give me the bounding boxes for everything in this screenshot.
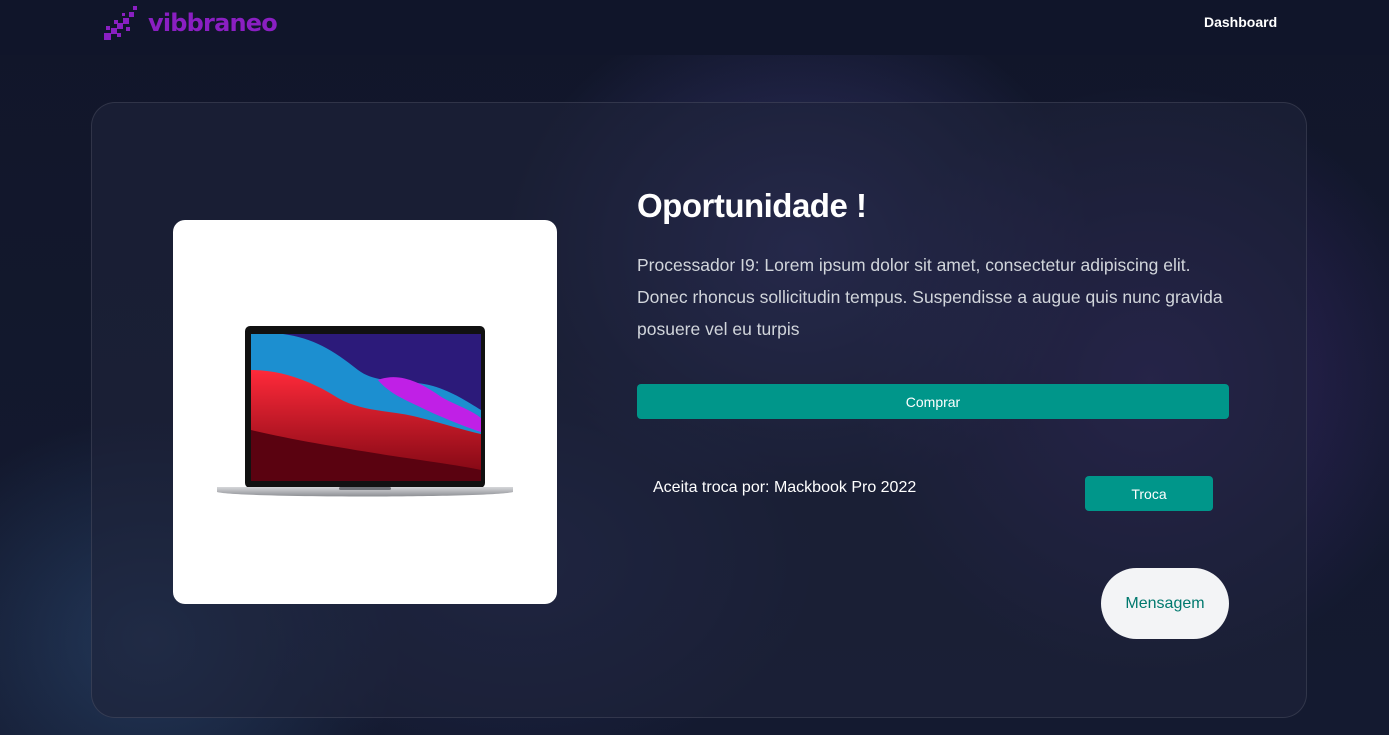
buy-button[interactable]: Comprar: [637, 384, 1229, 419]
pixel-stairs-logo-icon: [104, 6, 137, 40]
nav-dashboard-link[interactable]: Dashboard: [1204, 14, 1277, 30]
product-description: Processador I9: Lorem ipsum dolor sit am…: [637, 255, 1223, 339]
logo[interactable]: vibbraneo: [104, 4, 278, 42]
top-navbar: vibbraneo Dashboard: [0, 0, 1389, 55]
product-image-frame: [173, 220, 557, 604]
trade-button[interactable]: Troca: [1085, 476, 1213, 511]
laptop-image: [217, 326, 513, 497]
message-button[interactable]: Mensagem: [1101, 568, 1229, 639]
product-title: Oportunidade !: [637, 187, 867, 224]
exchange-info: Aceita troca por: Mackbook Pro 2022: [653, 479, 917, 496]
product-card: Oportunidade ! Processador I9: Lorem ips…: [91, 102, 1307, 718]
logo-text: vibbraneo: [148, 9, 278, 37]
